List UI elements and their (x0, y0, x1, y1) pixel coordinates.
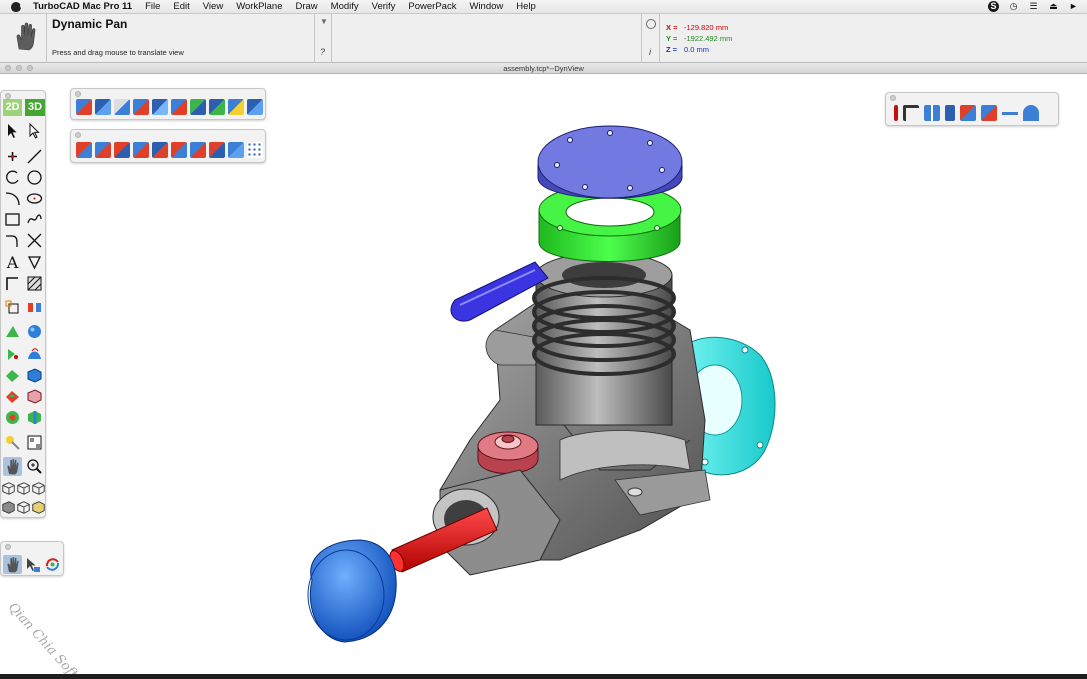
dock-edge (0, 674, 1087, 679)
select-tool-icon[interactable] (3, 121, 22, 140)
cylinder-head-part[interactable] (537, 125, 683, 199)
edge-tool-icon[interactable] (894, 105, 898, 121)
blend-tool-icon[interactable] (3, 408, 22, 427)
solid-tools-palette (70, 88, 266, 120)
tool-palette: 2D 3D A (0, 90, 46, 518)
solid-tool-9-icon[interactable] (228, 99, 244, 115)
solid-tool-10-icon[interactable] (247, 99, 263, 115)
navigation-palette (0, 541, 64, 576)
palette-grip[interactable] (890, 95, 896, 101)
glow-plug-part[interactable] (477, 431, 539, 474)
trim-tool-icon[interactable] (25, 231, 44, 250)
camera-view-icon[interactable] (960, 105, 976, 121)
modify-tool-4-icon[interactable] (133, 142, 149, 158)
revolve-tool-icon[interactable] (3, 344, 22, 363)
palette-grip[interactable] (5, 544, 11, 550)
orbit-view-icon[interactable] (43, 555, 62, 574)
wireframe-view-icon[interactable] (1, 479, 16, 498)
modify-tool-2-icon[interactable] (95, 142, 111, 158)
chamfer-tool-icon[interactable] (3, 274, 22, 293)
material-view-icon[interactable] (31, 498, 46, 517)
solid-tool-5-icon[interactable] (152, 99, 168, 115)
solid-tool-3-icon[interactable] (114, 99, 130, 115)
fillet-tool-icon[interactable] (3, 231, 22, 250)
text-tool-icon[interactable]: A (3, 253, 22, 272)
solid-tool-1-icon[interactable] (76, 99, 92, 115)
mirror-tool-icon[interactable] (25, 298, 44, 317)
spinner-part[interactable] (307, 539, 397, 643)
extrude-tool-icon[interactable] (3, 322, 22, 341)
point-tool-icon[interactable] (3, 147, 22, 166)
cylinder-part[interactable] (532, 252, 676, 426)
draft-view-icon[interactable] (31, 479, 46, 498)
modify-tool-7-icon[interactable] (190, 142, 206, 158)
solid-tool-4-icon[interactable] (133, 99, 149, 115)
spline-tool-icon[interactable] (25, 210, 44, 229)
sphere-tool-icon[interactable] (25, 322, 44, 341)
mode-2d-button[interactable]: 2D (3, 99, 22, 116)
text-tool-label: A (6, 253, 19, 272)
dynamic-pan-tool-icon[interactable] (3, 457, 22, 476)
palette-grip[interactable] (75, 91, 81, 97)
corner-tool-icon[interactable] (903, 105, 919, 121)
modify-tool-6-icon[interactable] (171, 142, 187, 158)
modify-tool-3-icon[interactable] (114, 142, 130, 158)
hidden-line-view-icon[interactable] (16, 479, 31, 498)
surface-tool-icon[interactable] (1023, 105, 1039, 121)
modify-tool-5-icon[interactable] (152, 142, 168, 158)
shaded-view-icon[interactable] (1, 498, 16, 517)
palette-grip[interactable] (75, 132, 81, 138)
box-tool-icon[interactable] (25, 366, 44, 385)
shell-tool-icon[interactable] (25, 387, 44, 406)
view-layout-tool-icon[interactable] (25, 433, 44, 452)
scale-tool-icon[interactable] (3, 298, 22, 317)
zoom-tool-icon[interactable] (25, 457, 44, 476)
ellipse-tool-icon[interactable] (25, 189, 44, 208)
dimension-tool-icon[interactable] (25, 253, 44, 272)
render-light-tool-icon[interactable] (3, 433, 22, 452)
slice-tool-icon[interactable] (25, 408, 44, 427)
pan-view-icon[interactable] (3, 555, 22, 574)
section-tool-icon[interactable] (945, 105, 955, 121)
grid-view-icon[interactable] (924, 105, 940, 121)
select-edit-tool-icon[interactable] (25, 121, 44, 140)
solid-tool-6-icon[interactable] (171, 99, 187, 115)
modify-tool-10-icon[interactable] (247, 142, 263, 158)
solid-tool-8-icon[interactable] (209, 99, 225, 115)
walkthrough-tool-icon[interactable] (981, 105, 997, 121)
line-tool-icon[interactable] (25, 147, 44, 166)
loft-tool-icon[interactable] (25, 344, 44, 363)
curve-arc-tool-icon[interactable] (3, 189, 22, 208)
measure-tool-icon[interactable] (1002, 105, 1018, 121)
rectangle-tool-icon[interactable] (3, 210, 22, 229)
mode-3d-button[interactable]: 3D (25, 99, 45, 116)
arc-tool-icon[interactable] (3, 168, 22, 187)
modify-solid-palette (70, 129, 266, 163)
modify-tool-9-icon[interactable] (228, 142, 244, 158)
circle-tool-icon[interactable] (25, 168, 44, 187)
modify-tool-8-icon[interactable] (209, 142, 225, 158)
modify-tool-1-icon[interactable] (76, 142, 92, 158)
hatch-tool-icon[interactable] (25, 274, 44, 293)
view-tools-palette (885, 92, 1059, 126)
render-view-icon[interactable] (16, 498, 31, 517)
boolean-add-tool-icon[interactable] (3, 366, 22, 385)
boolean-subtract-tool-icon[interactable] (3, 387, 22, 406)
solid-tool-2-icon[interactable] (95, 99, 111, 115)
select-view-icon[interactable] (23, 555, 42, 574)
solid-tool-7-icon[interactable] (190, 99, 206, 115)
